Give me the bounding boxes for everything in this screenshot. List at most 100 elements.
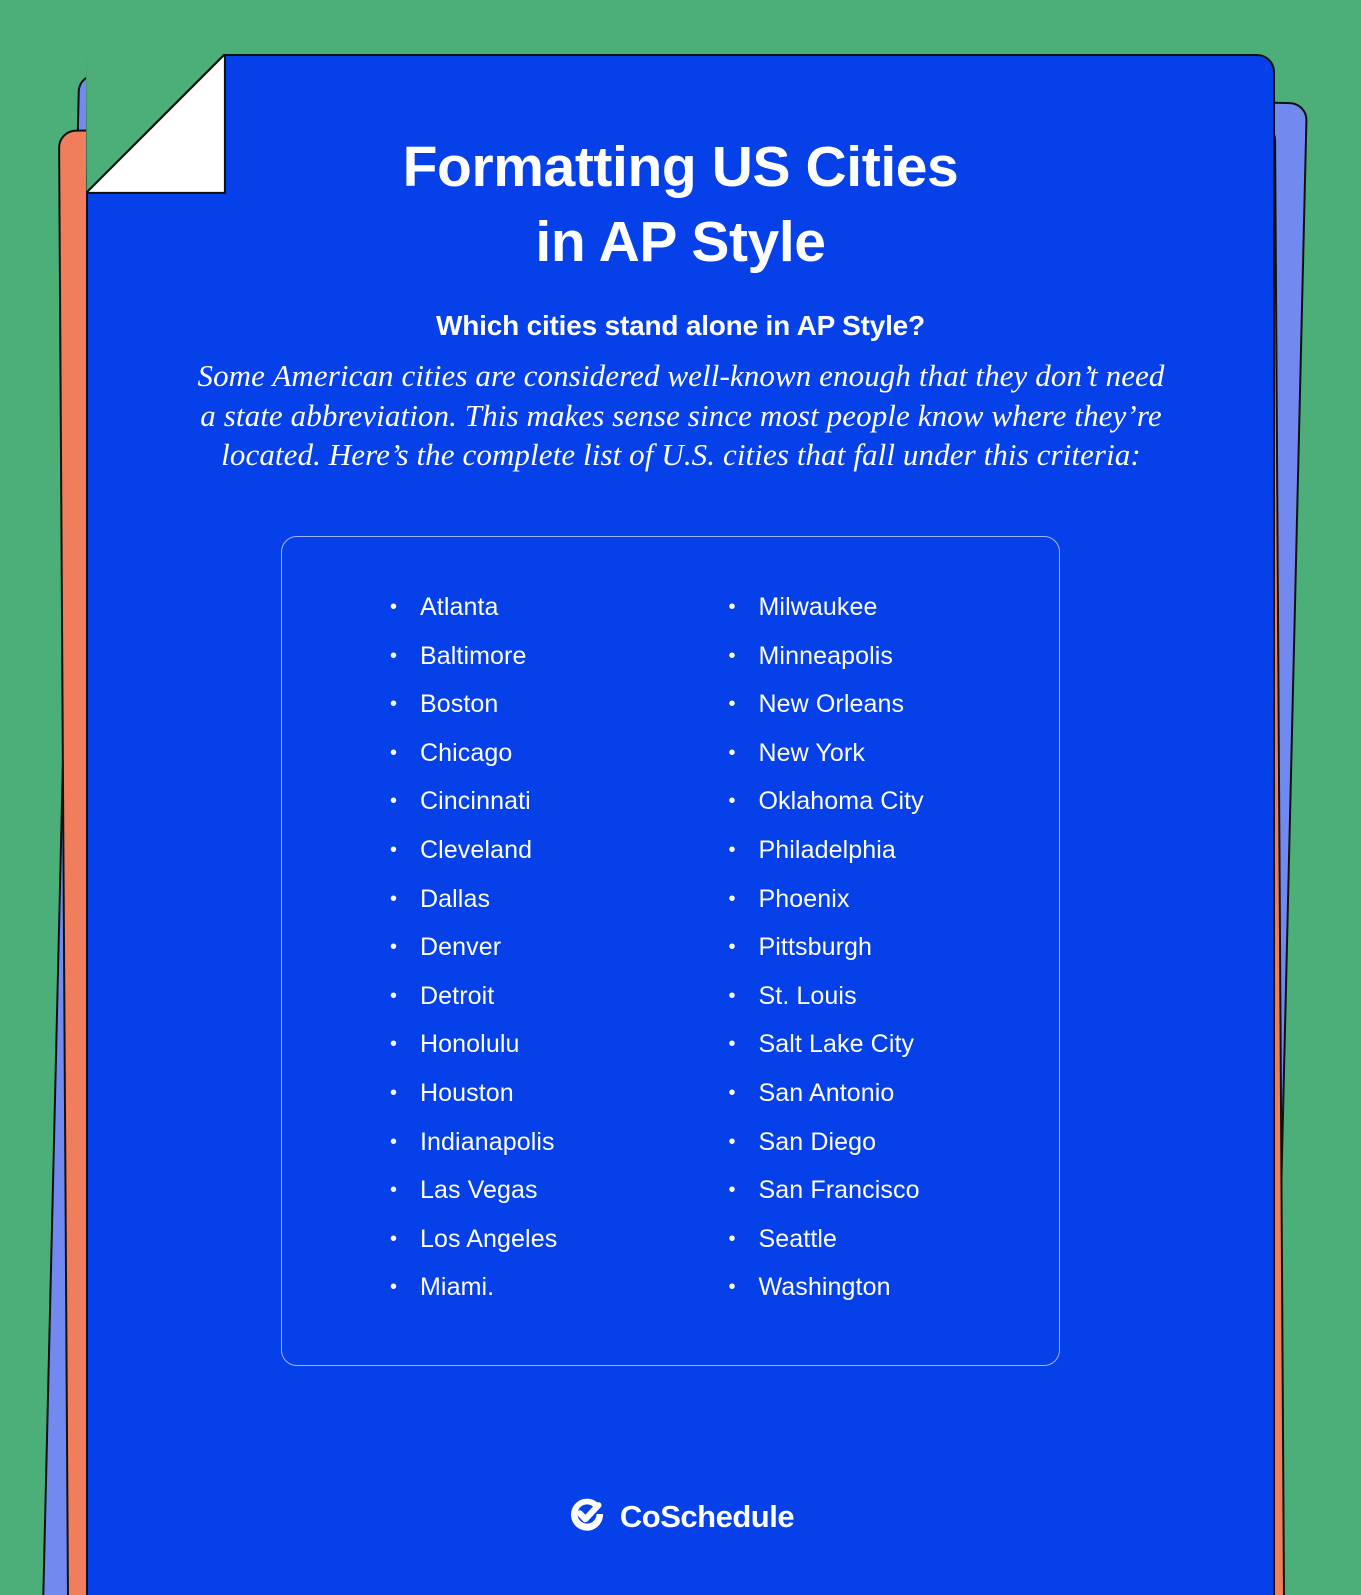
bullet-icon: • (390, 693, 398, 716)
city-list-item: • Houston (390, 1079, 671, 1128)
city-name: Atlanta (420, 593, 499, 621)
bullet-icon: • (390, 1227, 398, 1250)
bullet-icon: • (728, 887, 736, 910)
bullet-icon: • (728, 644, 736, 667)
city-name: San Francisco (758, 1176, 920, 1205)
city-list-item: • New Orleans (729, 690, 1060, 739)
city-list-item: • San Diego (729, 1128, 1060, 1177)
city-list-item: • Honolulu (390, 1030, 671, 1079)
city-column-left: • Atlanta • Baltimore • Boston • Chicago • Cincin… (282, 593, 671, 1322)
city-list-item: • Milwaukee (729, 593, 1060, 642)
city-name: Boston (420, 690, 499, 719)
intro-paragraph: Some American cities are considered well… (197, 358, 1165, 473)
bullet-icon: • (728, 1130, 736, 1153)
city-list-item: • New York (729, 739, 1060, 788)
city-list-item: • Baltimore (390, 642, 671, 691)
city-name: Seattle (758, 1224, 838, 1253)
page-title: Formatting US Cities in AP Style (86, 130, 1275, 280)
city-name: San Antonio (758, 1078, 895, 1107)
bullet-icon: • (728, 838, 736, 861)
bullet-icon: • (390, 1081, 398, 1104)
bullet-icon: • (728, 1276, 736, 1299)
city-name: Baltimore (420, 641, 527, 670)
city-name: Washington (758, 1273, 891, 1302)
bullet-icon: • (390, 887, 398, 910)
bullet-icon: • (728, 1227, 736, 1250)
page-subtitle: Which cities stand alone in AP Style? (436, 310, 925, 341)
city-list-item: • Oklahoma City (729, 787, 1060, 836)
city-list-item: • Miami. (390, 1273, 671, 1322)
city-name: Dallas (420, 884, 491, 913)
bullet-icon: • (390, 1033, 398, 1056)
city-list-item: • Seattle (729, 1225, 1060, 1274)
bullet-icon: • (728, 1081, 736, 1104)
city-list-box: • Atlanta • Baltimore • Boston • Chicago • Cincin… (281, 536, 1060, 1366)
title-line-1: Formatting US Cities (402, 135, 959, 199)
city-name: Cincinnati (420, 787, 531, 816)
city-name: Philadelphia (758, 835, 896, 864)
city-name: Houston (420, 1078, 514, 1107)
city-list-item: • Minneapolis (729, 642, 1060, 691)
city-name: Las Vegas (420, 1176, 538, 1205)
city-list-item: • Salt Lake City (729, 1030, 1060, 1079)
city-list-item: • Denver (390, 933, 671, 982)
bullet-icon: • (728, 1179, 736, 1202)
city-name: Indianapolis (420, 1127, 555, 1156)
bullet-icon: • (390, 1130, 398, 1153)
city-list-item: • Boston (390, 690, 671, 739)
city-name: Phoenix (758, 884, 850, 913)
city-list-item: • Indianapolis (390, 1128, 671, 1177)
bullet-icon: • (390, 1179, 398, 1202)
bullet-icon: • (728, 984, 736, 1007)
city-name: Oklahoma City (758, 787, 924, 816)
city-list-item: • Philadelphia (729, 836, 1060, 885)
bullet-icon: • (728, 741, 736, 764)
bullet-icon: • (728, 936, 736, 959)
city-list-item: • Dallas (390, 885, 671, 934)
city-name: Cleveland (420, 835, 533, 864)
city-name: Denver (420, 933, 502, 962)
city-list-item: • San Antonio (729, 1079, 1060, 1128)
city-name: New York (758, 738, 865, 767)
infographic-content: Formatting US Cities in AP Style Which c… (86, 54, 1275, 1595)
bullet-icon: • (390, 741, 398, 764)
city-list-item: • Atlanta (390, 593, 671, 642)
bullet-icon: • (390, 644, 398, 667)
city-list-item: • Los Angeles (390, 1225, 671, 1274)
city-list-item: • Phoenix (729, 885, 1060, 934)
city-columns: • Atlanta • Baltimore • Boston • Chicago • Cincin… (282, 593, 1059, 1322)
bullet-icon: • (390, 936, 398, 959)
city-name: San Diego (758, 1127, 877, 1156)
city-list-item: • Cincinnati (390, 787, 671, 836)
bullet-icon: • (728, 693, 736, 716)
city-name: Pittsburgh (758, 933, 873, 962)
city-name: Detroit (420, 981, 495, 1010)
city-list-item: • San Francisco (729, 1176, 1060, 1225)
city-list-item: • St. Louis (729, 982, 1060, 1031)
city-name: Los Angeles (420, 1224, 558, 1253)
bullet-icon: • (728, 1033, 736, 1056)
brand-name: CoSchedule (619, 1498, 795, 1534)
city-list-item: • Las Vegas (390, 1176, 671, 1225)
coschedule-logo: CoSchedule (86, 1494, 1275, 1539)
title-line-2: in AP Style (535, 210, 826, 275)
city-name: Miami. (420, 1273, 495, 1302)
city-name: New Orleans (758, 690, 905, 719)
city-name: Minneapolis (758, 641, 894, 670)
city-column-right: • Milwaukee • Minneapolis • New Orleans • New Y… (671, 593, 1060, 1322)
city-name: St. Louis (758, 981, 857, 1010)
city-list-item: • Pittsburgh (729, 933, 1060, 982)
bullet-icon: • (728, 596, 736, 618)
bullet-icon: • (728, 790, 736, 813)
coschedule-check-circle-icon (567, 1494, 607, 1539)
city-name: Salt Lake City (758, 1030, 915, 1059)
bullet-icon: • (390, 984, 398, 1007)
bullet-icon: • (390, 596, 398, 618)
city-list-item: • Washington (729, 1273, 1060, 1322)
city-name: Honolulu (420, 1030, 520, 1059)
bullet-icon: • (390, 838, 398, 861)
city-name: Chicago (420, 738, 513, 767)
city-list-item: • Cleveland (390, 836, 671, 885)
bullet-icon: • (390, 790, 398, 813)
bullet-icon: • (390, 1276, 398, 1299)
